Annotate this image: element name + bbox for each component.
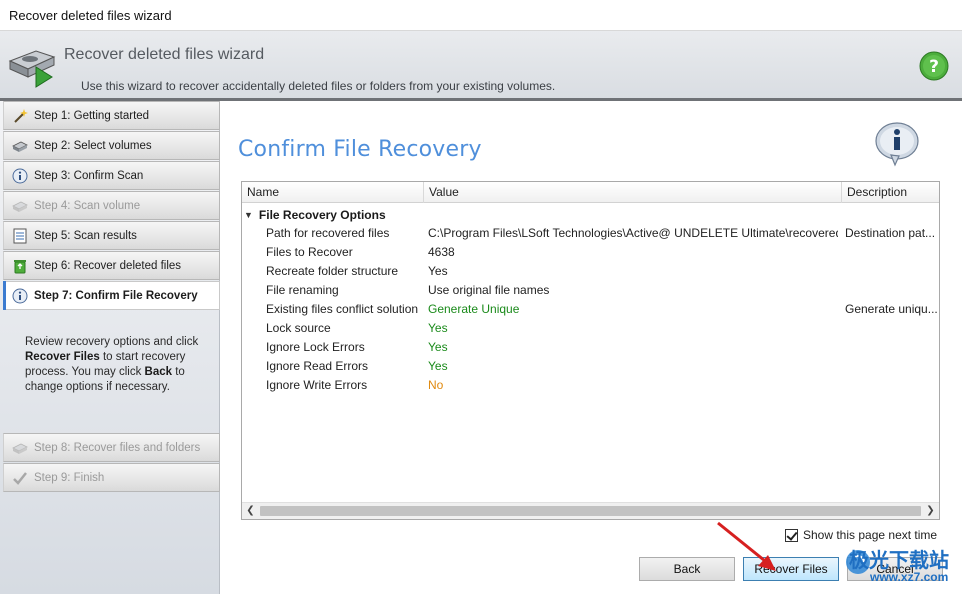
cell-name: Existing files conflict solution [266, 302, 419, 316]
watermark-url: www.xz7.com [870, 570, 949, 584]
window-title: Recover deleted files wizard [9, 8, 172, 23]
column-header-name[interactable]: Name [242, 182, 424, 203]
cell-name: Ignore Lock Errors [266, 340, 365, 354]
header-title: Recover deleted files wizard [64, 46, 265, 63]
red-arrow-annotation [717, 521, 776, 571]
info-icon [12, 288, 28, 303]
cell-value: 4638 [428, 245, 455, 259]
step-scan-results[interactable]: Step 5: Scan results [3, 221, 220, 250]
cell-name: Recreate folder structure [266, 264, 399, 278]
desc-text: Review recovery options and click [25, 336, 199, 348]
cell-value: Yes [428, 321, 448, 335]
step-label: Step 8: Recover files and folders [34, 441, 201, 454]
step-getting-started[interactable]: Step 1: Getting started [3, 101, 220, 130]
drive-icon [12, 141, 28, 152]
step-scan-volume: Step 4: Scan volume [3, 191, 220, 220]
table-row[interactable]: Ignore Write Errors No [242, 376, 939, 395]
check-icon [13, 471, 27, 485]
cell-name: Lock source [266, 321, 331, 335]
desc-bold-back: Back [144, 366, 173, 378]
cell-name: Path for recovered files [266, 226, 390, 240]
help-icon[interactable]: ? [919, 51, 949, 81]
scroll-left-icon[interactable]: ❮ [242, 503, 259, 519]
cell-description: Destination pat... [845, 226, 936, 240]
page-title: Confirm File Recovery [238, 137, 482, 162]
scroll-right-icon[interactable]: ❯ [922, 503, 939, 519]
step-label: Step 2: Select volumes [34, 139, 152, 152]
collapse-icon[interactable]: ▼ [244, 210, 253, 220]
cell-name: Ignore Write Errors [266, 378, 368, 392]
cell-value: Yes [428, 340, 448, 354]
step-select-volumes[interactable]: Step 2: Select volumes [3, 131, 220, 160]
desc-bold-recover: Recover Files [25, 351, 100, 363]
grid-header: Name Value Description [242, 182, 939, 203]
group-file-recovery-options[interactable]: ▼ File Recovery Options [244, 206, 386, 223]
info-icon [12, 168, 28, 183]
horizontal-scrollbar[interactable]: ❮ ❯ [242, 502, 939, 519]
wizard-content: Confirm File Recovery Name Value Descrip… [221, 101, 962, 594]
table-row[interactable]: Lock source Yes [242, 319, 939, 338]
recycle-icon [14, 259, 26, 273]
cell-value: Yes [428, 359, 448, 373]
hard-drive-recover-icon [8, 50, 56, 88]
step-label: Step 9: Finish [34, 471, 105, 484]
cell-value: Use original file names [428, 283, 550, 297]
column-header-value[interactable]: Value [424, 182, 842, 203]
info-bubble-icon [875, 122, 919, 167]
table-row[interactable]: Path for recovered files C:\Program File… [242, 224, 939, 243]
cell-name: File renaming [266, 283, 339, 297]
step-recover-deleted-files[interactable]: Step 6: Recover deleted files [3, 251, 220, 280]
wand-icon [14, 108, 28, 123]
table-row[interactable]: File renaming Use original file names [242, 281, 939, 300]
table-row[interactable]: Recreate folder structure Yes [242, 262, 939, 281]
step-label: Step 5: Scan results [34, 229, 137, 242]
drive-icon [12, 443, 28, 454]
cell-description: Generate uniqu... [845, 302, 938, 316]
step-label: Step 4: Scan volume [34, 199, 141, 212]
step-confirm-scan[interactable]: Step 3: Confirm Scan [3, 161, 220, 190]
cell-value: No [428, 378, 444, 392]
cell-name: Files to Recover [266, 245, 353, 259]
group-label: File Recovery Options [258, 207, 386, 222]
show-next-time-label[interactable]: Show this page next time [803, 528, 937, 542]
step-label: Step 6: Recover deleted files [34, 259, 182, 272]
list-icon [13, 228, 27, 243]
svg-text:?: ? [929, 57, 939, 77]
step-recover-files-folders: Step 8: Recover files and folders [3, 433, 220, 462]
header-subtitle: Use this wizard to recover accidentally … [81, 79, 556, 93]
wizard-steps-sidebar: Step 1: Getting started Step 2: Select v… [0, 101, 220, 594]
cell-value: Generate Unique [428, 302, 520, 316]
step-label: Step 7: Confirm File Recovery [34, 289, 198, 302]
column-header-description[interactable]: Description [842, 182, 939, 203]
cell-value: C:\Program Files\LSoft Technologies\Acti… [428, 226, 838, 240]
step-finish: Step 9: Finish [3, 463, 220, 492]
scrollbar-thumb[interactable] [260, 506, 921, 516]
cell-name: Ignore Read Errors [266, 359, 369, 373]
wizard-header: Recover deleted files wizard Use this wi… [0, 31, 962, 101]
cell-value: Yes [428, 264, 448, 278]
drive-icon [12, 201, 28, 212]
step-confirm-file-recovery[interactable]: Step 7: Confirm File Recovery [3, 281, 220, 310]
table-row[interactable]: Ignore Lock Errors Yes [242, 338, 939, 357]
recovery-options-grid[interactable]: Name Value Description ▼ File Recovery O… [241, 181, 940, 520]
step-description: Review recovery options and click Recove… [25, 335, 210, 395]
table-row[interactable]: Files to Recover 4638 [242, 243, 939, 262]
table-row[interactable]: Existing files conflict solution Generat… [242, 300, 939, 319]
step-label: Step 3: Confirm Scan [34, 169, 144, 182]
show-next-time-option[interactable]: Show this page next time [785, 528, 937, 542]
watermark-text: 极光下载站 [849, 548, 949, 572]
step-label: Step 1: Getting started [34, 109, 150, 122]
table-row[interactable]: Ignore Read Errors Yes [242, 357, 939, 376]
window-titlebar: Recover deleted files wizard [0, 0, 962, 31]
